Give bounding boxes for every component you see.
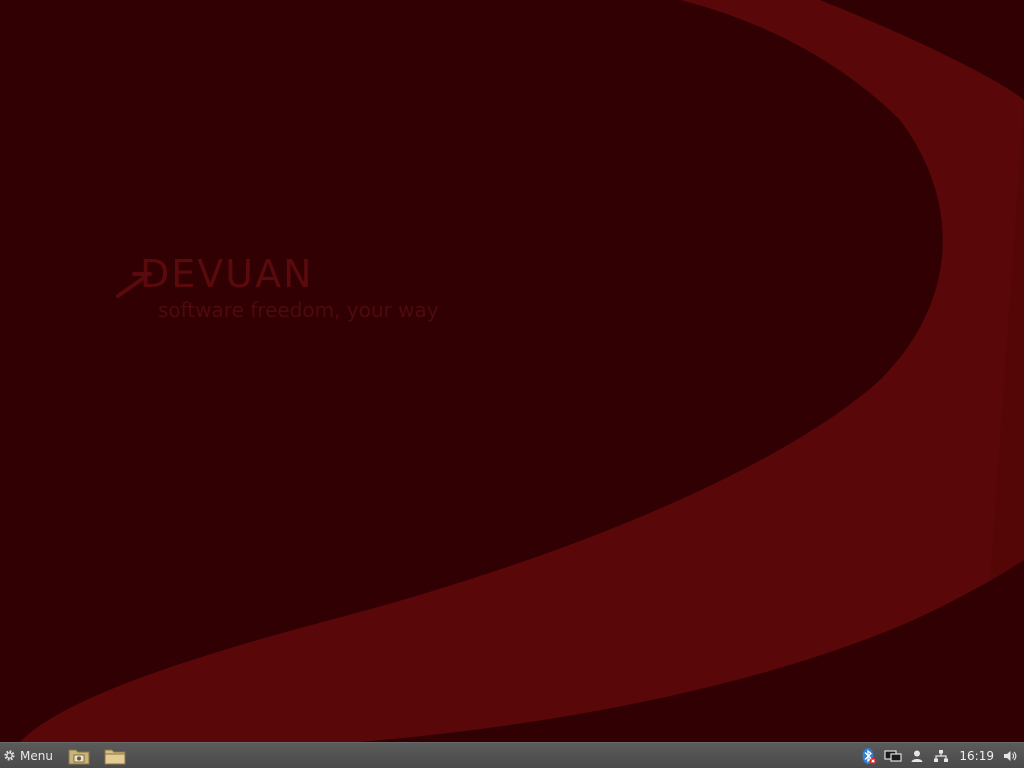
gear-icon: [4, 750, 15, 761]
tray-volume[interactable]: [1000, 744, 1020, 768]
file-manager-folder-icon: [104, 749, 126, 764]
display-switch-icon: [884, 749, 903, 762]
menu-button[interactable]: Menu: [0, 744, 59, 768]
system-tray: 16:19: [857, 744, 1024, 768]
tray-bluetooth[interactable]: [859, 744, 879, 768]
clock[interactable]: 16:19: [959, 749, 994, 763]
wallpaper-tagline: software freedom, your way: [158, 298, 439, 322]
launcher-file-manager[interactable]: [101, 744, 129, 768]
volume-icon: [1004, 750, 1017, 761]
user-icon: [911, 750, 923, 762]
network-icon: [934, 749, 949, 762]
tray-display[interactable]: [883, 744, 903, 768]
launcher-image-viewer[interactable]: [65, 744, 93, 768]
desktop[interactable]: DEVUAN software freedom, your way: [0, 0, 1024, 742]
tray-network[interactable]: [931, 744, 951, 768]
bottom-panel: Menu 16:19: [0, 742, 1024, 768]
wallpaper: [0, 0, 1024, 742]
menu-label: Menu: [20, 748, 53, 763]
bluetooth-disabled-icon: [862, 747, 877, 764]
image-viewer-folder-icon: [68, 749, 90, 764]
devuan-logo-wordmark: DEVUAN: [140, 252, 314, 296]
tray-user[interactable]: [907, 744, 927, 768]
